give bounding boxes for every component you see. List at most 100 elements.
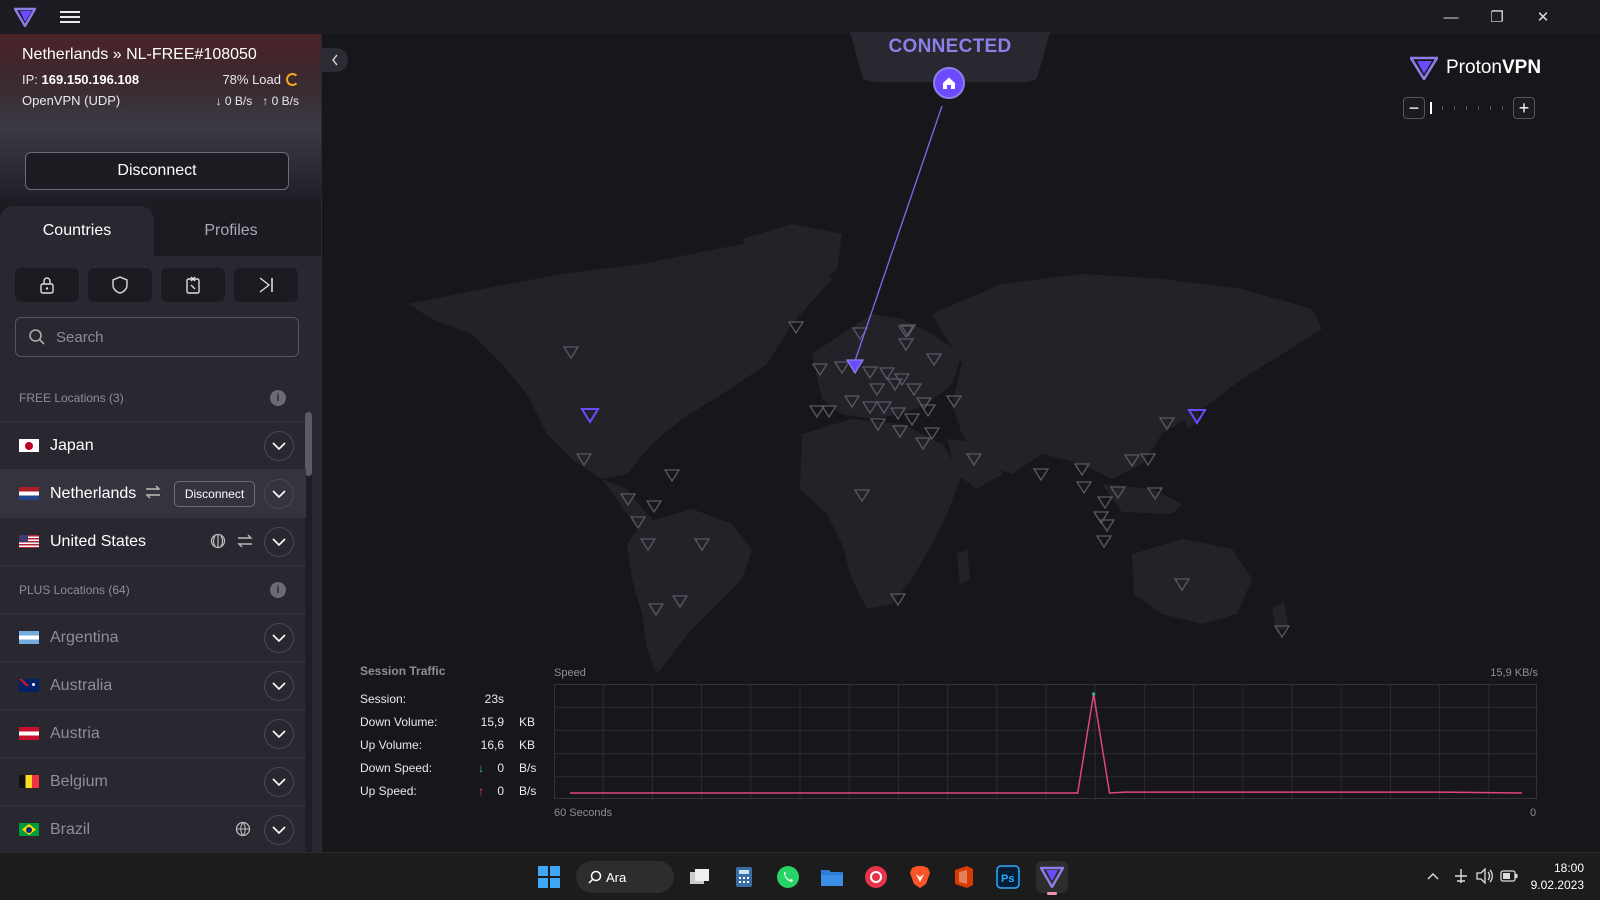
clock-date: 9.02.2023 xyxy=(1530,878,1584,892)
restore-button[interactable]: ❐ xyxy=(1474,0,1520,34)
flag-united-states-icon xyxy=(19,535,39,548)
load-ring-icon xyxy=(286,73,299,86)
home-location-pin[interactable] xyxy=(933,67,965,99)
connected-server-name: Netherlands » NL-FREE#108050 xyxy=(22,46,257,63)
battery-icon[interactable] xyxy=(1500,867,1518,885)
flag-austria-icon xyxy=(19,727,39,740)
chevron-down-icon[interactable] xyxy=(264,527,294,557)
volume-icon[interactable] xyxy=(1476,867,1494,885)
scrollbar-track[interactable] xyxy=(305,412,312,852)
rates: ↓ 0 B/s ↑ 0 B/s xyxy=(215,93,299,108)
chevron-down-icon[interactable] xyxy=(264,719,294,749)
info-icon[interactable]: i xyxy=(270,581,286,598)
landmass-south-america xyxy=(627,509,752,674)
x-axis-right-label: 0 xyxy=(1530,807,1537,819)
server-pin-icon[interactable] xyxy=(663,469,681,483)
feature-icons xyxy=(210,533,254,549)
zoom-slider[interactable] xyxy=(1429,102,1513,114)
calculator-icon[interactable] xyxy=(728,861,760,893)
scrollbar-thumb[interactable] xyxy=(305,412,312,476)
chevron-down-icon[interactable] xyxy=(264,431,294,461)
info-icon[interactable]: i xyxy=(270,389,286,406)
p2p-arrows-icon xyxy=(145,485,161,499)
start-button[interactable] xyxy=(533,861,565,893)
netshield-filter-button[interactable] xyxy=(88,268,152,302)
map-area: CONNECTED ProtonVPN − + Session Traffic … xyxy=(322,32,1600,852)
tab-profiles[interactable]: Profiles xyxy=(154,206,308,256)
country-united-states[interactable]: United States xyxy=(0,518,306,566)
close-button[interactable]: ✕ xyxy=(1520,0,1566,34)
tab-countries[interactable]: Countries xyxy=(0,206,154,256)
chevron-down-icon[interactable] xyxy=(264,767,294,797)
country-belgium[interactable]: Belgium xyxy=(0,758,306,806)
server-pin-icon[interactable] xyxy=(808,405,826,419)
landmass-africa xyxy=(800,419,962,609)
chevron-down-icon[interactable] xyxy=(264,671,294,701)
globe-icon xyxy=(235,821,251,837)
protocol-label: OpenVPN (UDP) xyxy=(22,93,121,108)
tor-filter-button[interactable] xyxy=(234,268,298,302)
flag-brazil-icon xyxy=(19,823,39,836)
protonvpn-brand: ProtonVPN xyxy=(1410,56,1541,80)
app-red-icon[interactable] xyxy=(860,861,892,893)
system-clock[interactable]: 18:00 9.02.2023 xyxy=(1531,860,1584,894)
country-netherlands[interactable]: Netherlands Disconnect xyxy=(0,470,306,518)
traffic-row: Up Speed: ↑ 0 B/s xyxy=(360,784,537,798)
flag-japan-icon xyxy=(19,439,39,452)
country-australia[interactable]: Australia xyxy=(0,662,306,710)
landmass-madagascar xyxy=(957,549,970,584)
protonvpn-taskbar-icon[interactable] xyxy=(1036,861,1068,895)
p2p-filter-button[interactable] xyxy=(161,268,225,302)
hamburger-menu-icon[interactable] xyxy=(60,8,80,26)
windows-logo-icon xyxy=(538,866,560,888)
airplane-mode-icon[interactable] xyxy=(1452,867,1470,885)
collapse-sidebar-button[interactable] xyxy=(322,48,348,72)
zoom-out-button[interactable]: − xyxy=(1403,97,1425,119)
down-arrow-icon: ↓ xyxy=(215,93,222,108)
server-pin-icon[interactable] xyxy=(1032,468,1050,482)
photoshop-icon[interactable]: Ps xyxy=(992,861,1024,893)
zoom-control: − + xyxy=(1403,97,1539,121)
feature-icons xyxy=(144,484,162,500)
chevron-down-icon[interactable] xyxy=(264,623,294,653)
taskbar-search-label: Ara xyxy=(606,869,627,885)
country-brazil[interactable]: Brazil xyxy=(0,806,306,852)
feature-icons xyxy=(235,821,251,837)
country-japan[interactable]: Japan xyxy=(0,422,306,470)
disconnect-button[interactable]: Disconnect xyxy=(25,152,289,190)
country-austria[interactable]: Austria xyxy=(0,710,306,758)
server-load: 78% Load xyxy=(222,72,299,87)
tabs: Countries Profiles xyxy=(0,206,321,256)
p2p-arrows-icon xyxy=(237,534,253,548)
taskbar-search-button[interactable]: Ara xyxy=(576,861,674,893)
landmass-australia xyxy=(1132,539,1252,624)
file-explorer-icon[interactable] xyxy=(816,861,848,893)
search-box xyxy=(15,317,299,357)
search-icon xyxy=(29,329,45,345)
brave-browser-icon[interactable] xyxy=(904,861,936,893)
minimize-button[interactable]: — xyxy=(1428,0,1474,34)
server-pin-icon[interactable] xyxy=(1095,535,1113,549)
title-bar: — ❐ ✕ xyxy=(0,0,1600,34)
country-argentina[interactable]: Argentina xyxy=(0,614,306,662)
server-pin-icon[interactable] xyxy=(903,413,921,427)
server-pin-icon[interactable] xyxy=(1096,496,1114,510)
zoom-in-button[interactable]: + xyxy=(1513,97,1535,119)
server-pin-icon[interactable] xyxy=(1075,481,1093,495)
chevron-down-icon[interactable] xyxy=(264,815,294,845)
country-list: FREE Locations (3) i Japan Netherlands D… xyxy=(0,374,306,852)
search-input[interactable] xyxy=(56,328,276,346)
secure-core-filter-button[interactable] xyxy=(15,268,79,302)
chevron-down-icon[interactable] xyxy=(264,479,294,509)
traffic-row: Down Speed: ↓ 0 B/s xyxy=(360,761,537,775)
x-axis-left-label: 60 Seconds xyxy=(554,807,613,819)
office-app-icon[interactable] xyxy=(948,861,980,893)
show-hidden-icons-chevron-icon[interactable] xyxy=(1424,867,1442,885)
server-pin-icon[interactable] xyxy=(645,500,663,514)
chevron-left-icon xyxy=(332,54,338,66)
home-icon xyxy=(943,77,955,89)
netherlands-disconnect-button[interactable]: Disconnect xyxy=(174,481,255,507)
task-view-icon[interactable] xyxy=(684,861,716,893)
up-arrow-icon: ↑ xyxy=(478,784,484,798)
whatsapp-icon[interactable] xyxy=(772,861,804,893)
